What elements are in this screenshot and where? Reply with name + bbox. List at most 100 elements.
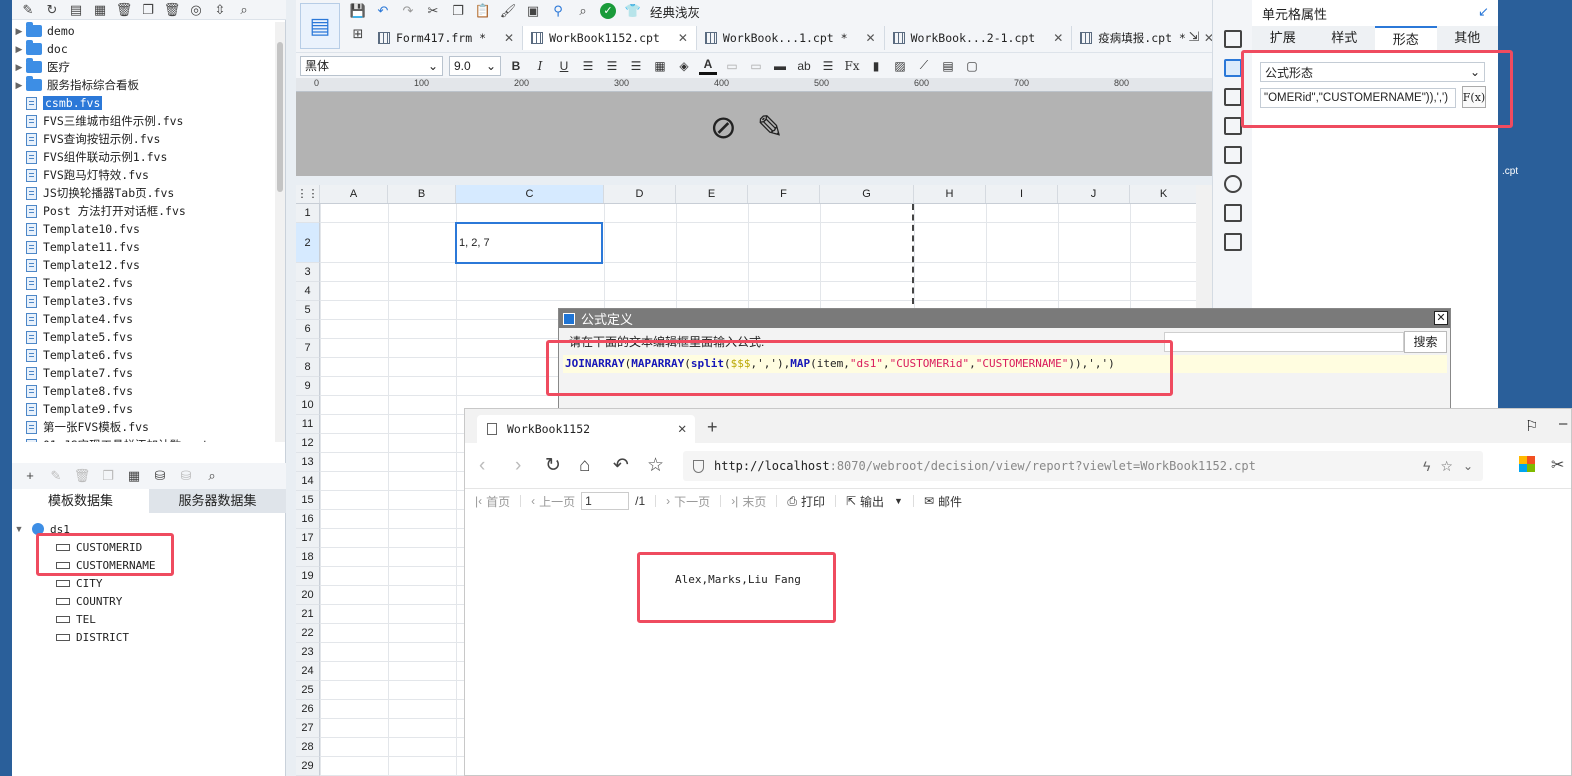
- merge-cells-icon[interactable]: ▭: [723, 57, 741, 75]
- cell-element-icon[interactable]: [1223, 88, 1242, 106]
- print-button[interactable]: ⎙ 打印: [787, 493, 825, 510]
- home-icon[interactable]: ⌂: [579, 456, 590, 475]
- tree-file[interactable]: FVS组件联动示例1.fvs: [12, 148, 278, 166]
- close-tab-icon[interactable]: ✕: [678, 31, 688, 45]
- tree-file[interactable]: 第一张FVS模板.fvs: [12, 418, 278, 436]
- edit-pencil-icon[interactable]: ✎: [757, 108, 784, 146]
- locate-icon[interactable]: ◎: [188, 2, 204, 18]
- undo-close-icon[interactable]: ↶: [613, 456, 629, 475]
- insert-chart-icon[interactable]: ▮: [867, 57, 885, 75]
- check-icon[interactable]: ✓: [600, 3, 616, 19]
- tab-server-datasets[interactable]: 服务器数据集: [149, 489, 286, 513]
- column-header[interactable]: A: [320, 185, 388, 203]
- column-header[interactable]: C: [456, 185, 604, 203]
- preview-search-icon[interactable]: ⌕: [575, 3, 591, 19]
- row-header[interactable]: 27: [296, 719, 320, 738]
- tree-file[interactable]: FVS三维城市组件示例.fvs: [12, 112, 278, 130]
- template-menu-icon[interactable]: ▤: [300, 3, 340, 49]
- browser-tab[interactable]: WorkBook1152 ✕: [477, 415, 695, 443]
- forward-icon[interactable]: ›: [515, 456, 521, 475]
- tree-file[interactable]: FVS跑马灯特效.fvs: [12, 166, 278, 184]
- minimize-icon[interactable]: –: [1559, 415, 1567, 432]
- export-icon[interactable]: [1223, 233, 1242, 251]
- font-color-icon[interactable]: A: [699, 57, 717, 75]
- row-header[interactable]: 1: [296, 204, 320, 223]
- export-button[interactable]: ⇱ 输出 ▼: [846, 493, 903, 510]
- favorite-star-icon[interactable]: ☆: [647, 456, 664, 475]
- align-right-icon[interactable]: ☰: [627, 57, 645, 75]
- next-page-button[interactable]: › 下一页: [666, 493, 710, 510]
- expand-arrow-icon[interactable]: ▶: [12, 26, 26, 37]
- template-tab[interactable]: WorkBook1152.cpt ✕: [523, 26, 697, 50]
- open-icon[interactable]: ▤: [68, 2, 84, 18]
- hyperlink-icon[interactable]: [1223, 175, 1242, 193]
- formula-preview-field[interactable]: "OMERid","CUSTOMERNAME")),','): [1260, 88, 1456, 108]
- reload-icon[interactable]: ↻: [545, 456, 561, 475]
- row-header[interactable]: 23: [296, 643, 320, 662]
- bookmark-star-icon[interactable]: ☆: [1440, 458, 1453, 475]
- formula-editor[interactable]: JOINARRAY(MAPARRAY(split($$$,','),MAP(it…: [563, 355, 1447, 373]
- insert-richtext-icon[interactable]: ☰: [819, 57, 837, 75]
- dataset-copy-icon[interactable]: ❐: [100, 468, 116, 484]
- expand-arrow-icon[interactable]: ▶: [12, 44, 26, 55]
- insert-more-icon[interactable]: ▢: [963, 57, 981, 75]
- row-header[interactable]: 11: [296, 415, 320, 434]
- last-page-button[interactable]: ›| 末页: [731, 493, 766, 510]
- row-header[interactable]: 21: [296, 605, 320, 624]
- widget-icon[interactable]: [1223, 117, 1242, 135]
- font-size-select[interactable]: 9.0 ⌄: [449, 55, 501, 76]
- close-tab-icon[interactable]: ✕: [1053, 31, 1063, 45]
- add-dataset-icon[interactable]: +: [22, 468, 38, 484]
- row-header[interactable]: 29: [296, 757, 320, 776]
- dataset-ds1[interactable]: ▼ ds1: [12, 520, 286, 538]
- edit-dataset-icon[interactable]: ✎: [48, 468, 64, 484]
- template-tab[interactable]: WorkBook...2-1.cpt ✕: [885, 26, 1073, 50]
- properties-tab[interactable]: 样式: [1314, 26, 1376, 50]
- font-family-select[interactable]: 黑体 ⌄: [300, 55, 443, 76]
- column-header[interactable]: J: [1058, 185, 1130, 203]
- dataset-field[interactable]: DISTRICT: [12, 628, 286, 646]
- template-tab[interactable]: WorkBook...1.cpt * ✕: [697, 26, 885, 50]
- align-left-icon[interactable]: ☰: [579, 57, 597, 75]
- redo-icon[interactable]: ↷: [400, 3, 416, 19]
- close-tab-icon[interactable]: ✕: [504, 31, 514, 45]
- row-header[interactable]: 22: [296, 624, 320, 643]
- select-all-corner[interactable]: ⋮⋮: [296, 185, 320, 203]
- row-header[interactable]: 28: [296, 738, 320, 757]
- database-icon[interactable]: ⛁: [152, 468, 168, 484]
- collections-icon[interactable]: ⚐: [1525, 417, 1538, 435]
- cell-properties-icon[interactable]: [1223, 30, 1242, 48]
- expand-arrow-icon[interactable]: ▶: [12, 62, 26, 73]
- close-icon[interactable]: ✕: [1434, 311, 1448, 325]
- paste-icon[interactable]: 📋: [475, 3, 491, 19]
- bold-icon[interactable]: B: [507, 57, 525, 75]
- refresh-icon[interactable]: ↻: [44, 2, 60, 18]
- dataset-preview-icon[interactable]: ▦: [126, 468, 142, 484]
- border-icon[interactable]: ▦: [651, 57, 669, 75]
- column-header[interactable]: E: [676, 185, 748, 203]
- row-header[interactable]: 19: [296, 567, 320, 586]
- insert-slash-icon[interactable]: ⟋: [915, 57, 933, 75]
- row-header[interactable]: 25: [296, 681, 320, 700]
- expand-arrow-icon[interactable]: ▼: [12, 524, 26, 534]
- database-off-icon[interactable]: ⛁: [178, 468, 194, 484]
- tree-file[interactable]: Template11.fvs: [12, 238, 278, 256]
- column-header[interactable]: F: [748, 185, 820, 203]
- theme-icon[interactable]: 👕: [625, 3, 641, 19]
- row-header[interactable]: 8: [296, 358, 320, 377]
- tree-file[interactable]: Template12.fvs: [12, 256, 278, 274]
- lightning-icon[interactable]: ϟ: [1423, 458, 1430, 474]
- tree-file[interactable]: JS切换轮播器Tab页.fvs: [12, 184, 278, 202]
- underline-icon[interactable]: U: [555, 57, 573, 75]
- tree-file[interactable]: 01-JS实现工具栏添加计数.cpt: [12, 436, 278, 442]
- dataset-search-icon[interactable]: ⌕: [204, 468, 220, 484]
- delete-dataset-icon[interactable]: 🗑: [74, 468, 91, 484]
- row-header[interactable]: 13: [296, 453, 320, 472]
- copy-icon[interactable]: ❐: [450, 3, 466, 19]
- row-header[interactable]: 18: [296, 548, 320, 567]
- collapse-icon[interactable]: ⇳: [212, 2, 228, 18]
- file-tree-scrollbar[interactable]: [275, 22, 285, 442]
- close-tab-icon[interactable]: ✕: [866, 31, 876, 45]
- plugin-icon[interactable]: ⚲: [550, 3, 566, 19]
- properties-tab[interactable]: 扩展: [1252, 26, 1314, 50]
